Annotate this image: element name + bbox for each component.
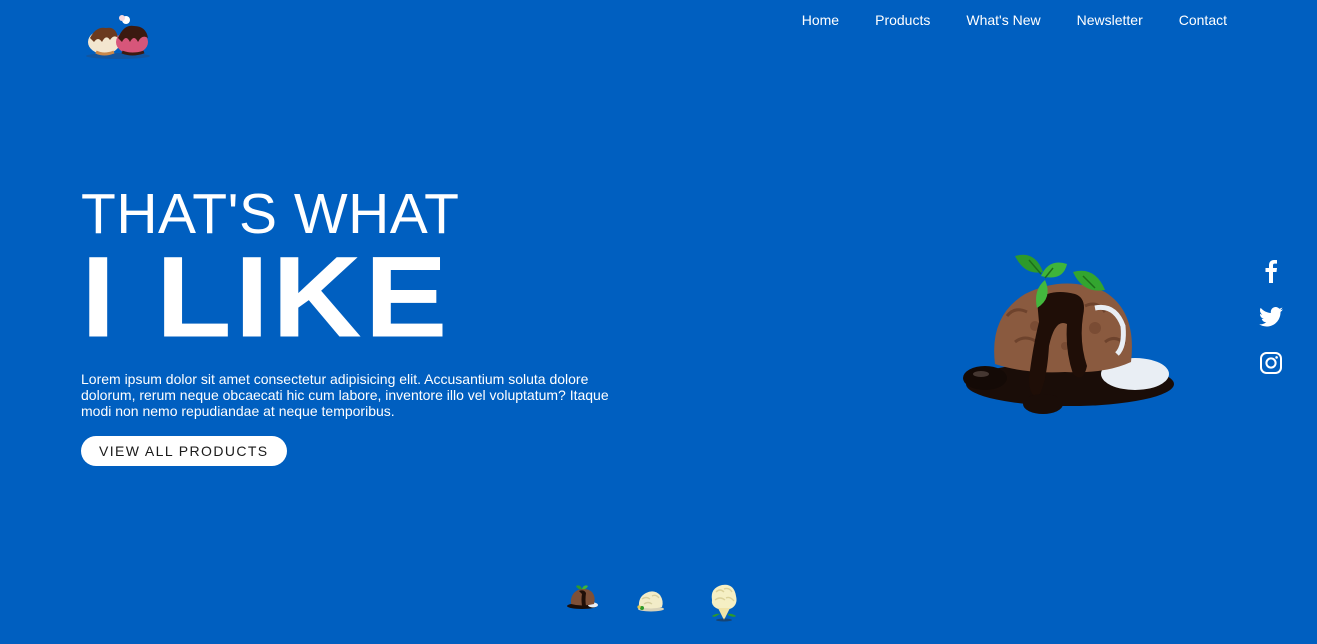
nav-whats-new[interactable]: What's New bbox=[966, 12, 1040, 28]
hero-description: Lorem ipsum dolor sit amet consectetur a… bbox=[81, 371, 609, 419]
facebook-icon[interactable] bbox=[1258, 258, 1284, 284]
nav-products[interactable]: Products bbox=[875, 12, 930, 28]
twitter-icon[interactable] bbox=[1258, 304, 1284, 330]
main-nav: Home Products What's New Newsletter Cont… bbox=[766, 12, 1227, 28]
chocolate-ice-cream-image bbox=[955, 246, 1185, 426]
nav-contact[interactable]: Contact bbox=[1179, 12, 1227, 28]
view-all-products-button[interactable]: VIEW ALL PRODUCTS bbox=[81, 436, 287, 466]
product-thumbnails bbox=[560, 580, 750, 626]
ice-cream-logo-icon[interactable] bbox=[84, 12, 154, 60]
vanilla-scoop-thumb[interactable] bbox=[636, 587, 666, 618]
instagram-icon[interactable] bbox=[1258, 350, 1284, 376]
vanilla-cone-thumb[interactable] bbox=[708, 582, 740, 627]
hero-title: I LIKE bbox=[81, 233, 451, 362]
social-links bbox=[1258, 258, 1284, 376]
page: Home Products What's New Newsletter Cont… bbox=[0, 0, 1317, 644]
chocolate-scoop-thumb[interactable] bbox=[566, 584, 600, 615]
nav-home[interactable]: Home bbox=[802, 12, 839, 28]
nav-newsletter[interactable]: Newsletter bbox=[1077, 12, 1143, 28]
